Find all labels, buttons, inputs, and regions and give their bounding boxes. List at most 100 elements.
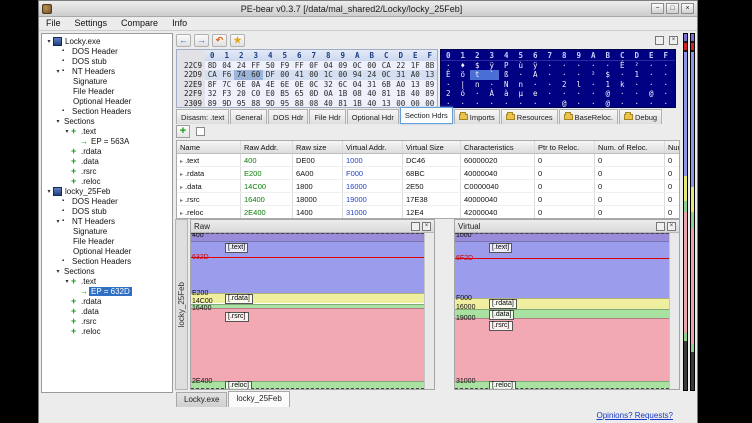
row-expander-icon[interactable]: ▸ (180, 211, 183, 217)
row-expander-icon[interactable]: ▸ (180, 198, 183, 204)
hex-byte[interactable]: 65 (292, 89, 307, 98)
hex-byte[interactable]: 1B (336, 89, 351, 98)
tree-item-optional-header[interactable]: Optional Header (42, 96, 172, 106)
tab-disasm-text[interactable]: Disasm: .text (176, 109, 229, 124)
table-row[interactable]: ▸.data14C001800160002E50C0000040000 (177, 180, 679, 193)
ascii-char[interactable]: 1 (630, 70, 645, 79)
tree-item-ep-632d[interactable]: →EP = 632D (42, 286, 172, 296)
ascii-char[interactable]: · (586, 89, 601, 98)
tree-item-dos-stub[interactable]: ▪DOS stub (42, 56, 172, 66)
menu-compare[interactable]: Compare (114, 17, 165, 30)
hex-byte[interactable]: 04 (321, 61, 336, 70)
ascii-char[interactable]: µ (514, 89, 529, 98)
tab-optional-hdr[interactable]: Optional Hdr (347, 109, 399, 124)
column-header-raw-addr[interactable]: Raw Addr. (241, 141, 293, 153)
ascii-char[interactable]: 2 (557, 80, 572, 89)
hex-byte[interactable]: 20 (234, 89, 249, 98)
hex-byte[interactable]: CA (205, 70, 220, 79)
hex-byte[interactable]: 1F (408, 61, 423, 70)
title-bar[interactable]: PE-bear v0.3.7 [/data/mal_shared2/Locky/… (39, 1, 697, 17)
tree-item-text[interactable]: ▾+.text (42, 276, 172, 286)
feedback-link[interactable]: Opinions? Requests? (597, 411, 674, 420)
hex-byte[interactable]: A0 (408, 70, 423, 79)
ascii-char[interactable]: A (528, 70, 543, 79)
tab-debug[interactable]: Debug (619, 109, 662, 124)
row-expander-icon[interactable]: ▸ (180, 185, 183, 191)
tree-item-data[interactable]: +.data (42, 156, 172, 166)
ascii-char[interactable]: e (528, 89, 543, 98)
hex-byte[interactable]: 13 (423, 70, 438, 79)
hex-byte[interactable]: 4E (263, 80, 278, 89)
minimize-button[interactable]: − (651, 3, 664, 14)
hex-ascii-view[interactable]: 0123456789ABCDEF·♦$ÿPùÿ·····Ê²··Êöt`ß·A·… (440, 49, 676, 108)
tab-general[interactable]: General (230, 109, 267, 124)
tree-item-rsrc[interactable]: +.rsrc (42, 166, 172, 176)
hex-byte[interactable]: 22 (394, 61, 409, 70)
ascii-char[interactable]: ♦ (456, 61, 471, 70)
tree-item-file-header[interactable]: File Header (42, 86, 172, 96)
expander-icon[interactable]: ▾ (54, 68, 62, 75)
expander-icon[interactable]: ▾ (63, 128, 71, 135)
hex-byte[interactable]: 50 (263, 61, 278, 70)
hex-byte[interactable]: 00 (307, 70, 322, 79)
ascii-char[interactable]: · (557, 89, 572, 98)
ascii-char[interactable]: · (572, 61, 587, 70)
tree-item-locky-exe[interactable]: ▾Locky.exe (42, 36, 172, 46)
tree-item-reloc[interactable]: +.reloc (42, 176, 172, 186)
virtual-chart-scrollbar[interactable] (669, 233, 679, 389)
ascii-char[interactable]: · (659, 70, 674, 79)
hex-byte[interactable]: 8D (205, 61, 220, 70)
undock-icon[interactable] (656, 222, 665, 231)
ascii-char[interactable]: · (557, 70, 572, 79)
tab-imports[interactable]: Imports (454, 109, 500, 124)
tree-item-section-headers[interactable]: ▪Section Headers (42, 106, 172, 116)
ascii-char[interactable]: à (499, 89, 514, 98)
hex-byte[interactable]: 40 (365, 89, 380, 98)
column-header-ptr-to-reloc[interactable]: Ptr to Reloc. (535, 141, 595, 153)
ascii-char[interactable]: @ (601, 89, 616, 98)
column-header-name[interactable]: Name (177, 141, 241, 153)
hex-byte[interactable]: 24 (365, 70, 380, 79)
hex-byte[interactable]: 24 (234, 61, 249, 70)
tree-item-file-header[interactable]: File Header (42, 236, 172, 246)
expander-icon[interactable]: ▾ (54, 118, 62, 125)
ascii-char[interactable]: · (572, 70, 587, 79)
column-header-num-of-linenum[interactable]: Num. of Linenum. (665, 141, 680, 153)
hex-byte[interactable]: CA (379, 61, 394, 70)
ascii-char[interactable]: | (456, 80, 471, 89)
tree-item-sections[interactable]: ▾Sections (42, 266, 172, 276)
ascii-char[interactable]: ² (586, 70, 601, 79)
ascii-char[interactable]: · (543, 61, 558, 70)
ascii-char[interactable]: ÿ (528, 61, 543, 70)
ascii-char[interactable]: · (659, 80, 674, 89)
row-expander-icon[interactable]: ▸ (180, 159, 183, 165)
ascii-char[interactable]: · (514, 70, 529, 79)
ascii-char[interactable]: · (543, 89, 558, 98)
ascii-char[interactable]: · (630, 80, 645, 89)
table-row[interactable]: ▸.rdataE2006A00F00068BC40000040000 (177, 167, 679, 180)
hex-byte[interactable]: 6C (336, 80, 351, 89)
ascii-char[interactable]: ÿ (485, 61, 500, 70)
tree-item-sections[interactable]: ▾Sections (42, 116, 172, 126)
tree-item-nt-headers[interactable]: ▾▪NT Headers (42, 216, 172, 226)
section-band-text[interactable] (455, 241, 669, 298)
tree-item-signature[interactable]: Signature (42, 226, 172, 236)
hex-byte[interactable]: 00 (278, 70, 293, 79)
hex-bytes-view[interactable]: 0123456789ABCDEF22C98D0424FF50F9FF0F0409… (176, 49, 438, 108)
close-button[interactable]: × (681, 3, 694, 14)
tab-file-hdr[interactable]: File Hdr (309, 109, 345, 124)
section-band-rdata[interactable] (455, 298, 669, 309)
tree-item-locky-25feb[interactable]: ▾locky_25Feb (42, 186, 172, 196)
expander-icon[interactable]: ▾ (63, 278, 71, 285)
section-band-rsrc[interactable] (455, 318, 669, 380)
bookmark-icon[interactable]: ★ (230, 34, 245, 47)
ascii-char[interactable]: ó (456, 89, 471, 98)
section-band-headers[interactable] (191, 233, 424, 241)
tree-item-dos-stub[interactable]: ▪DOS stub (42, 206, 172, 216)
virtual-section-chart[interactable]: 10006F2DF000160001900031000[.text][.rdat… (455, 233, 669, 389)
menu-file[interactable]: File (39, 17, 68, 30)
hex-byte[interactable]: FF (249, 61, 264, 70)
hex-byte[interactable]: 31 (394, 70, 409, 79)
close-panel-icon[interactable]: × (667, 222, 676, 231)
ascii-char[interactable]: 1 (601, 80, 616, 89)
